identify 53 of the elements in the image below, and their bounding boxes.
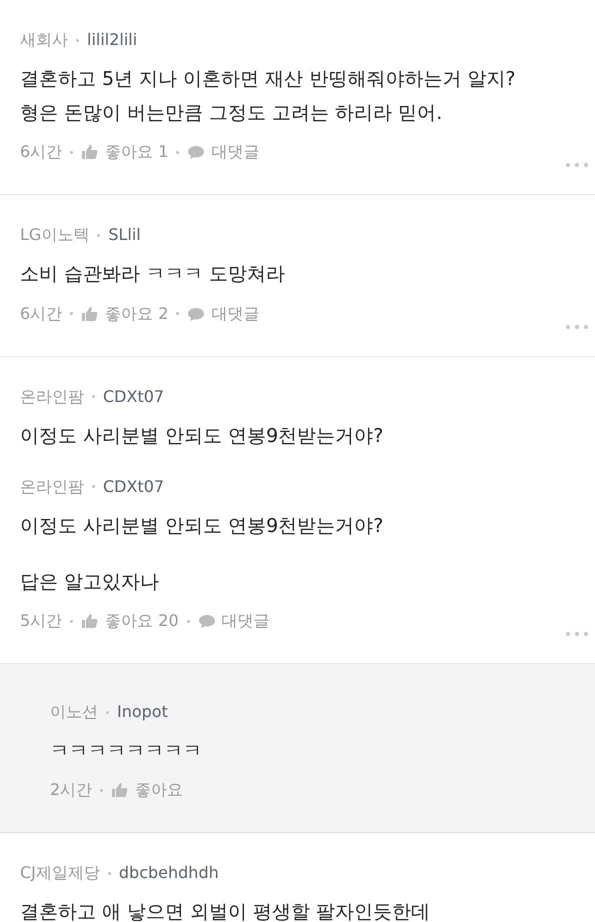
comment-text: 결혼하고 애 낳으면 외벌이 평생할 팔자인듯한데 [20,900,432,922]
like-button[interactable]: 좋아요 1 [105,140,168,164]
speech-bubble-icon [187,144,206,160]
like-button[interactable]: 좋아요 2 [105,302,168,326]
speech-bubble-icon [198,613,216,630]
comment-text: 이정도 사리분별 안되도 연봉9천받는거야? [20,424,384,449]
reply-button[interactable]: 대댓글 [211,140,260,164]
separator-dot [108,872,111,875]
like-button[interactable]: 좋아요 [135,778,184,802]
separator-dot [97,234,100,237]
company-name: CJ제일제당 [20,862,100,884]
comment-text: 이정도 사리분별 안되도 연봉9천받는거야? [20,514,384,539]
timestamp: 5시간 [20,610,62,632]
separator-dot [70,620,74,623]
username[interactable]: Inopot [117,700,168,724]
company-name: 새회사 [20,29,68,51]
separator-dot [70,150,74,154]
company-name: 이노션 [50,701,98,724]
username[interactable]: dbcbehdhdh [118,861,219,886]
separator-dot [106,710,109,714]
username[interactable]: CDXt07 [103,474,164,499]
separator-dot [92,395,95,398]
username[interactable]: CDXt07 [103,384,164,409]
company-name: 온라인팜 [20,386,84,408]
comment-text: 답은 알고있자나 [20,570,160,595]
comment-text: ㅋㅋㅋㅋㅋㅋㅋㅋ [50,739,203,764]
company-name: LG이노텍 [20,224,90,246]
thumbs-up-icon [81,613,100,630]
more-icon[interactable] [565,324,589,330]
timestamp: 6시간 [20,141,62,164]
comment-text: 소비 습관봐라 ㅋㅋㅋ 도망쳐라 [20,262,286,288]
username[interactable]: lilil2lili [87,28,138,52]
timestamp: 2시간 [50,779,92,802]
separator-dot [76,38,79,42]
thumbs-up-icon [81,306,100,322]
separator-dot [92,485,95,488]
separator-dot [186,620,190,623]
reply-button[interactable]: 대댓글 [211,302,260,326]
company-name: 온라인팜 [20,476,84,498]
speech-bubble-icon [187,306,206,322]
comment-text: 결혼하고 5년 지나 이혼하면 재산 반띵해줘야하는거 알지? 형은 돈많이 버는만큼 그정도 고려는 하리라 믿어. [20,67,516,126]
like-button[interactable]: 좋아요 20 [105,609,179,634]
thumbs-up-icon [81,144,100,160]
separator-dot [176,150,180,154]
reply-button[interactable]: 대댓글 [222,609,270,634]
separator-dot [100,788,104,792]
separator-dot [70,312,74,316]
separator-dot [176,312,180,316]
more-icon[interactable] [565,162,589,168]
more-icon[interactable] [565,631,589,638]
username[interactable]: SLlil [108,223,141,248]
timestamp: 6시간 [20,302,62,325]
thumbs-up-icon [111,782,130,798]
